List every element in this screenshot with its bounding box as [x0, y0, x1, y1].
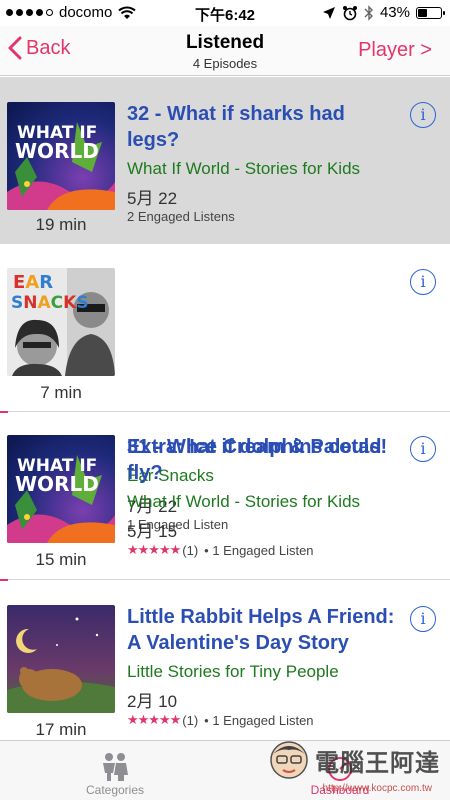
progress-marker [0, 411, 8, 413]
star-rating: ★★★★★ [127, 712, 181, 727]
episode-title: 31 - What if dolphins could fly? [127, 436, 382, 484]
episode-duration: 19 min [35, 215, 87, 234]
episode-list: WHAT IF WORLD 19 min 32 - What if sharks… [0, 77, 450, 750]
carrier-label: docomo [59, 4, 113, 21]
engaged-listens-text: • 1 Engaged Listen [204, 542, 314, 558]
episode-date: 5月 22 [127, 189, 178, 208]
star-rating: ★★★★★ [127, 542, 181, 557]
watermark: 電腦王阿達 http://www.kocpc.com.tw [267, 738, 440, 794]
rating-count: (1) [182, 542, 199, 558]
battery-percent: 43% [379, 4, 410, 21]
episode-duration: 17 min [35, 720, 87, 739]
signal-strength-icon [6, 9, 53, 16]
episode-date: 5月 15 [127, 522, 178, 541]
podcast-name: Little Stories for Tiny People [127, 662, 339, 681]
svg-text:WORLD: WORLD [15, 139, 99, 163]
podcast-name: What If World - Stories for Kids [127, 159, 361, 178]
wifi-icon [118, 6, 137, 19]
podcast-artwork: EAR SNACKS [7, 268, 115, 376]
tab-bar: Categories Dashboard 電腦王阿達 http://www.ko… [0, 740, 450, 800]
player-button[interactable]: Player > [358, 39, 432, 62]
status-bar: docomo 下午6:42 43% [0, 0, 450, 26]
podcast-name: What If World - Stories for Kids [127, 492, 361, 511]
tab-categories[interactable]: Categories [80, 749, 150, 797]
status-left: docomo [6, 4, 137, 21]
svg-text:WORLD: WORLD [15, 472, 99, 496]
episode-row[interactable]: EAR SNACKS 7 min Extra: Ice Cream & Pale… [0, 244, 450, 532]
engaged-listens: 2 Engaged Listens [127, 209, 235, 224]
navigation-bar: Back Listened 4 Episodes Player > [0, 26, 450, 76]
bluetooth-icon [364, 4, 373, 21]
progress-marker [0, 579, 8, 581]
watermark-text: 電腦王阿達 [315, 748, 440, 777]
svg-text:SNACKS: SNACKS [11, 293, 89, 313]
info-button[interactable]: i [410, 606, 436, 632]
episode-date: 2月 10 [127, 692, 178, 711]
mascot-logo-icon [270, 741, 308, 779]
podcast-artwork [7, 605, 115, 713]
battery-icon [416, 6, 445, 19]
info-button[interactable]: i [410, 436, 436, 462]
rating-and-listens: ★★★★★ (1) • 1 Engaged Listen [127, 712, 314, 728]
watermark-url: http://www.kocpc.com.tw [322, 783, 432, 794]
people-icon [80, 749, 150, 781]
tab-categories-label: Categories [85, 783, 145, 797]
episode-row[interactable]: WHAT IF WORLD 15 min 31 - What if dolphi… [0, 411, 450, 580]
episode-title: 32 - What if sharks had legs? [127, 103, 345, 151]
episode-title: Little Rabbit Helps A Friend: A Valentin… [127, 606, 395, 654]
battery-fill [418, 8, 427, 17]
status-right: 43% [322, 4, 445, 21]
episode-row[interactable]: 17 min Little Rabbit Helps A Friend: A V… [0, 579, 450, 750]
svg-text:EAR: EAR [13, 272, 53, 293]
rating-and-listens: ★★★★★ (1) • 1 Engaged Listen [127, 542, 314, 558]
rating-count: (1) [182, 712, 199, 728]
location-arrow-icon [322, 6, 335, 19]
alarm-icon [342, 5, 357, 20]
episode-duration: 7 min [40, 383, 82, 402]
podcast-artwork: WHAT IF WORLD [7, 102, 115, 210]
podcast-artwork: WHAT IF WORLD [7, 435, 115, 543]
info-button[interactable]: i [410, 102, 436, 128]
engaged-listens-text: • 1 Engaged Listen [204, 712, 314, 728]
episode-row[interactable]: WHAT IF WORLD 19 min 32 - What if sharks… [0, 77, 450, 244]
info-button[interactable]: i [410, 269, 436, 295]
engaged-listens-text: 2 Engaged Listens [127, 209, 235, 224]
episode-duration: 15 min [35, 550, 87, 569]
